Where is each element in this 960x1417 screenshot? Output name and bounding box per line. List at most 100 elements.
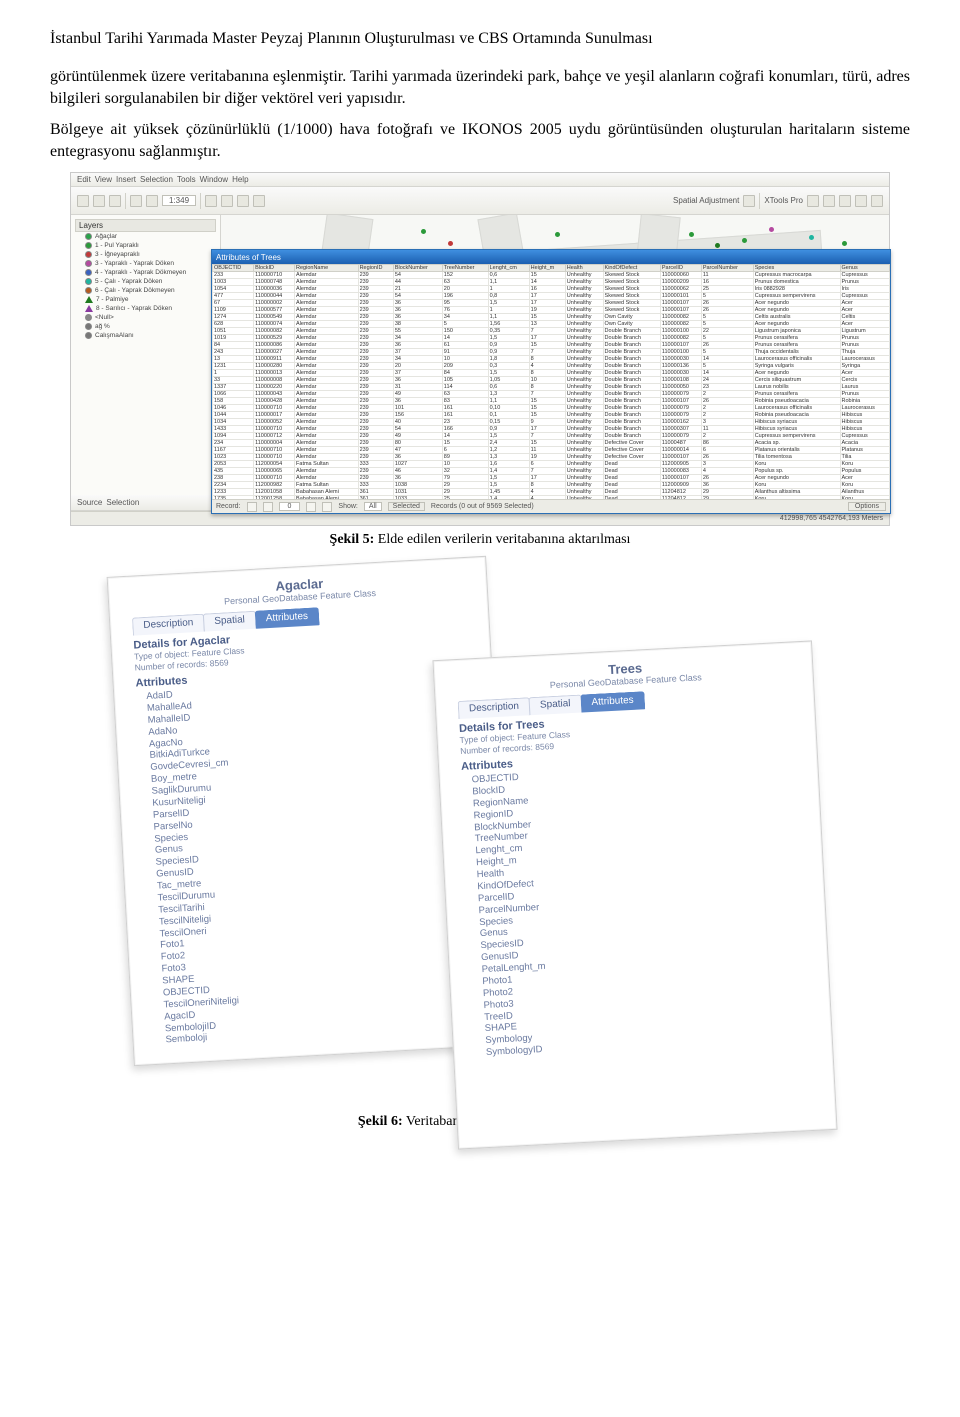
table-row[interactable]: 2234112000982Fatma Sultan3331038291,58Un… [213, 482, 890, 489]
tab-attributes[interactable]: Attributes [254, 608, 319, 630]
layer-item[interactable]: 7 - Palmiye [75, 295, 216, 304]
column-header[interactable]: RegionID [358, 265, 393, 272]
table-row[interactable]: 1054110000036Alemdar2392120116UnhealthyS… [213, 286, 890, 293]
table-row[interactable]: 435110000065Alemdar23946321,47UnhealthyD… [213, 468, 890, 475]
layer-item[interactable]: ağ % [75, 322, 216, 331]
table-row[interactable]: 1167110000710Alemdar2394761,211Unhealthy… [213, 447, 890, 454]
nav-prev-icon[interactable] [263, 502, 273, 512]
menu-help[interactable]: Help [232, 175, 248, 184]
attr-window-title[interactable]: Attributes of Trees [212, 250, 890, 264]
table-row[interactable]: 2053112000054Fatma Sultan3331027101,66Un… [213, 461, 890, 468]
table-row[interactable]: 1337110000220Alemdar239311140,68Unhealth… [213, 384, 890, 391]
menu-tools[interactable]: Tools [177, 175, 196, 184]
nav-last-icon[interactable] [322, 502, 332, 512]
layer-item[interactable]: 3 - Yapraklı - Yaprak Döken [75, 259, 216, 268]
menu-edit[interactable]: Edit [77, 175, 91, 184]
options-dropdown[interactable]: Options [848, 502, 886, 511]
column-header[interactable]: OBJECTID [213, 265, 254, 272]
layer-item[interactable]: 3 - İğneyapraklı [75, 250, 216, 259]
attribute-table[interactable]: OBJECTIDBlockIDRegionNameRegionIDBlockNu… [212, 264, 890, 499]
scale-box[interactable]: 1:349 [162, 195, 196, 206]
nav-next-icon[interactable] [306, 502, 316, 512]
table-row[interactable]: 1051110000082Alemdar239551500,357Unhealt… [213, 328, 890, 335]
tool-icon[interactable] [839, 195, 851, 207]
tool-icon[interactable] [221, 195, 233, 207]
table-row[interactable]: 234110000004Alemdar23980152,415Unhealthy… [213, 440, 890, 447]
tab-source[interactable]: Source [77, 498, 102, 507]
menu-window[interactable]: Window [200, 175, 228, 184]
layer-item[interactable]: 6 - Çalı - Yaprak Dökmeyen [75, 286, 216, 295]
table-row[interactable]: 84110000086Alemdar23936610,915UnhealthyD… [213, 342, 890, 349]
table-row[interactable]: 67110000002Alemdar23936951,517UnhealthyS… [213, 300, 890, 307]
layer-item[interactable]: CalışmaAlanı [75, 331, 216, 340]
tool-icon[interactable] [77, 195, 89, 207]
layer-item[interactable]: <Null> [75, 313, 216, 322]
tool-icon[interactable] [146, 195, 158, 207]
tool-icon[interactable] [93, 195, 105, 207]
tool-icon[interactable] [205, 195, 217, 207]
table-row[interactable]: 1044110000017Alemdar2391561610,115Unheal… [213, 412, 890, 419]
table-row[interactable]: 1066110000043Alemdar23949631,37Unhealthy… [213, 391, 890, 398]
attribute-table-window[interactable]: Attributes of Trees OBJECTIDBlockIDRegio… [211, 249, 891, 514]
tab-spatial[interactable]: Spatial [203, 611, 257, 632]
show-all-button[interactable]: All [364, 502, 382, 511]
table-row[interactable]: 243110000027Alemdar23937910,97UnhealthyD… [213, 349, 890, 356]
record-index[interactable]: 0 [279, 502, 301, 511]
tool-icon[interactable] [109, 195, 121, 207]
tab-description[interactable]: Description [132, 614, 205, 636]
column-header[interactable]: RegionName [295, 265, 359, 272]
column-header[interactable]: Height_m [529, 265, 565, 272]
tab-attributes[interactable]: Attributes [580, 692, 645, 713]
tool-icon[interactable] [855, 195, 867, 207]
column-header[interactable]: ParcelNumber [701, 265, 753, 272]
column-header[interactable]: Health [565, 265, 603, 272]
tool-icon[interactable] [130, 195, 142, 207]
tab-spatial[interactable]: Spatial [529, 695, 582, 716]
table-row[interactable]: 1046110000710Alemdar2391011610,1015Unhea… [213, 405, 890, 412]
table-row[interactable]: 1003110000748Alemdar23944631,114Unhealth… [213, 279, 890, 286]
layer-item[interactable]: Ağaçlar [75, 232, 216, 241]
table-row[interactable]: 1019110000529Alemdar23934141,517Unhealth… [213, 335, 890, 342]
column-header[interactable]: BlockNumber [393, 265, 442, 272]
table-row[interactable]: 1023110000710Alemdar23936891,319Unhealth… [213, 454, 890, 461]
column-header[interactable]: TreeNumber [442, 265, 488, 272]
tool-icon[interactable] [237, 195, 249, 207]
dropdown-icon[interactable] [743, 195, 755, 207]
table-row[interactable]: 1034110000052Alemdar23940230,159Unhealth… [213, 419, 890, 426]
column-header[interactable]: ParcelID [660, 265, 701, 272]
menu-view[interactable]: View [95, 175, 112, 184]
column-header[interactable]: Genus [840, 265, 890, 272]
menu-insert[interactable]: Insert [116, 175, 136, 184]
column-header[interactable]: Species [753, 265, 840, 272]
table-row[interactable]: 1274110000549Alemdar23936341,115Unhealth… [213, 314, 890, 321]
table-row[interactable]: 477110000044Alemdar239541960,817Unhealth… [213, 293, 890, 300]
column-header[interactable]: BlockID [254, 265, 295, 272]
tool-icon[interactable] [253, 195, 265, 207]
layer-item[interactable]: 4 - Yapraklı - Yaprak Dökmeyen [75, 268, 216, 277]
table-row[interactable]: 1110000013Alemdar23937841,58UnhealthyDou… [213, 370, 890, 377]
menu-select[interactable]: Selection [140, 175, 173, 184]
column-header[interactable]: KindOfDefect [603, 265, 660, 272]
table-row[interactable]: 33110000008Alemdar239361051,0510Unhealth… [213, 377, 890, 384]
table-row[interactable]: 1233112001058Babahasan Alemi3611031291,4… [213, 489, 890, 496]
table-row[interactable]: 628110000074Alemdar2393851,5613Unhealthy… [213, 321, 890, 328]
dropdown-icon[interactable] [807, 195, 819, 207]
tab-selection[interactable]: Selection [106, 498, 139, 507]
nav-first-icon[interactable] [247, 502, 257, 512]
layer-item[interactable]: 1 - Pul Yapraklı [75, 241, 216, 250]
table-row[interactable]: 233110000710Alemdar239541520,615Unhealth… [213, 272, 890, 279]
table-row[interactable]: 1433110000710Alemdar239541660,917Unhealt… [213, 426, 890, 433]
table-row[interactable]: 158110000428Alemdar23936831,115Unhealthy… [213, 398, 890, 405]
show-selected-button[interactable]: Selected [388, 502, 425, 511]
table-row[interactable]: 13110000911Alemdar23934101,88UnhealthyDo… [213, 356, 890, 363]
column-header[interactable]: Lenght_cm [488, 265, 529, 272]
table-row[interactable]: 1094110000712Alemdar23949141,57Unhealthy… [213, 433, 890, 440]
tab-description[interactable]: Description [458, 698, 531, 720]
layer-item[interactable]: 5 - Çalı - Yaprak Döken [75, 277, 216, 286]
tool-icon[interactable] [871, 195, 883, 207]
tool-icon[interactable] [823, 195, 835, 207]
table-row[interactable]: 1109110000577Alemdar2393676119UnhealthyS… [213, 307, 890, 314]
table-row[interactable]: 238110000710Alemdar23936791,517Unhealthy… [213, 475, 890, 482]
table-row[interactable]: 1231110000280Alemdar239202090,34Unhealth… [213, 363, 890, 370]
layer-item[interactable]: 8 - Sarılıcı - Yaprak Döken [75, 304, 216, 313]
